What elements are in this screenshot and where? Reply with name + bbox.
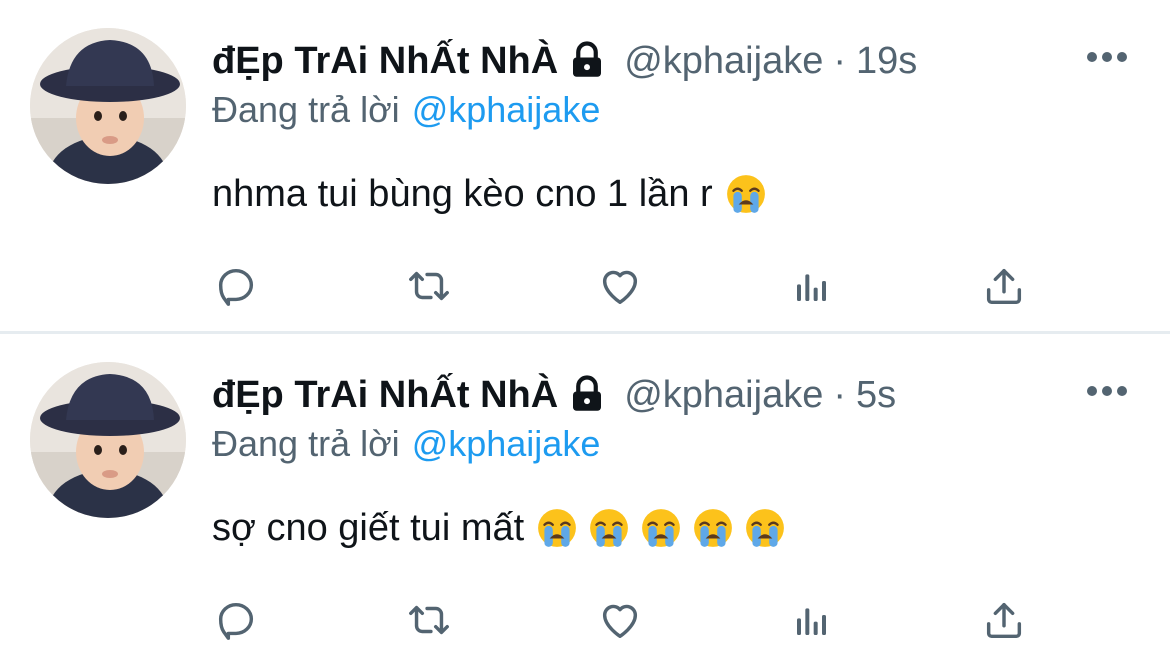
crying-face-emoji — [692, 507, 734, 549]
avatar[interactable] — [30, 362, 186, 518]
retweet-icon[interactable] — [405, 262, 453, 310]
heart-icon[interactable] — [596, 596, 644, 644]
more-icon[interactable] — [1085, 50, 1129, 64]
tweet-text-content: nhma tui bùng kèo cno 1 lần r — [212, 172, 713, 215]
retweet-icon[interactable] — [405, 596, 453, 644]
avatar[interactable] — [30, 28, 186, 184]
lock-icon — [566, 40, 608, 82]
tweet-actions — [0, 596, 1170, 644]
tweet-header: đẸp TrAi NhẤt NhÀ @kphaijake · 5s — [212, 370, 896, 420]
more-icon[interactable] — [1085, 384, 1129, 398]
separator-dot: · — [833, 39, 846, 82]
display-name[interactable]: đẸp TrAi NhẤt NhÀ — [212, 40, 558, 83]
separator-dot: · — [833, 373, 846, 416]
tweet-actions — [0, 262, 1170, 310]
handle[interactable]: @kphaijake — [624, 374, 823, 417]
analytics-icon[interactable] — [788, 596, 836, 644]
display-name[interactable]: đẸp TrAi NhẤt NhÀ — [212, 374, 558, 417]
reply-icon[interactable] — [212, 596, 260, 644]
crying-face-emoji — [640, 507, 682, 549]
crying-face-emoji — [725, 173, 767, 215]
replying-to: Đang trả lời @kphaijake — [212, 420, 600, 468]
tweet[interactable]: đẸp TrAi NhẤt NhÀ @kphaijake · 5s Đang t… — [0, 334, 1170, 660]
heart-icon[interactable] — [596, 262, 644, 310]
tweet-text-content: sợ cno giết tui mất — [212, 506, 525, 549]
share-icon[interactable] — [980, 596, 1028, 644]
analytics-icon[interactable] — [788, 262, 836, 310]
handle[interactable]: @kphaijake — [624, 40, 823, 83]
tweet-header: đẸp TrAi NhẤt NhÀ @kphaijake · 19s — [212, 36, 917, 86]
reply-icon[interactable] — [212, 262, 260, 310]
reply-handle-link[interactable]: @kphaijake — [412, 89, 601, 131]
reply-handle-link[interactable]: @kphaijake — [412, 423, 601, 465]
reply-prefix: Đang trả lời — [212, 89, 400, 130]
crying-face-emoji — [744, 507, 786, 549]
lock-icon — [566, 374, 608, 416]
timestamp[interactable]: 19s — [856, 40, 917, 83]
crying-face-emoji — [536, 507, 578, 549]
reply-prefix: Đang trả lời — [212, 423, 400, 464]
tweet[interactable]: đẸp TrAi NhẤt NhÀ @kphaijake · 19s Đang … — [0, 0, 1170, 332]
crying-face-emoji — [588, 507, 630, 549]
replying-to: Đang trả lời @kphaijake — [212, 86, 600, 134]
share-icon[interactable] — [980, 262, 1028, 310]
tweet-text: sợ cno giết tui mất — [212, 500, 786, 556]
timestamp[interactable]: 5s — [856, 374, 896, 417]
tweet-text: nhma tui bùng kèo cno 1 lần r — [212, 166, 767, 222]
